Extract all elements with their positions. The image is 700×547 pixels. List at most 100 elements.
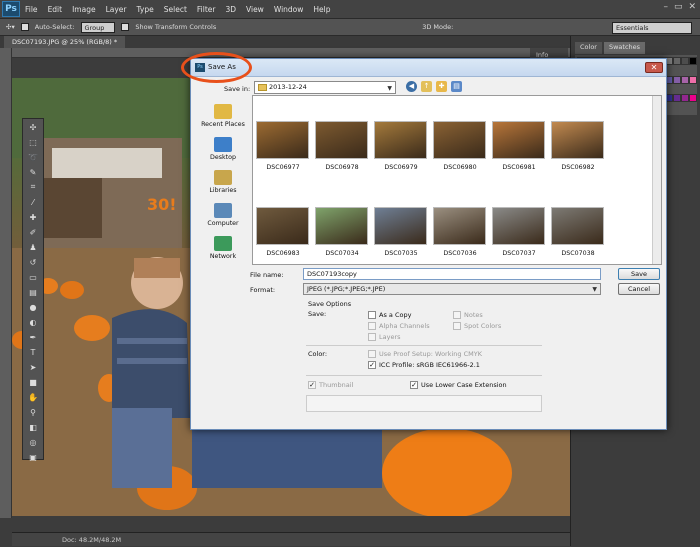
crop-tool-icon[interactable]: ⌗ [24, 180, 42, 194]
place-computer[interactable]: Computer [196, 194, 250, 227]
new-folder-icon[interactable]: ✚ [436, 81, 447, 92]
swatch[interactable] [673, 75, 681, 84]
marquee-tool-icon[interactable]: ⬚ [24, 135, 42, 149]
healing-tool-icon[interactable]: ✚ [24, 210, 42, 224]
view-menu-icon[interactable]: ▤ [451, 81, 462, 92]
save-in-dropdown[interactable]: 2013-12-24 ▼ [254, 81, 396, 94]
format-dropdown[interactable]: JPEG (*.JPG;*.JPEG;*.JPE) ▼ [303, 283, 601, 295]
color-swatch-icon[interactable]: ◧ [24, 420, 42, 434]
file-thumbnail[interactable] [374, 207, 427, 245]
menu-image[interactable]: Image [67, 5, 101, 14]
save-button[interactable]: Save [618, 268, 660, 280]
menu-view[interactable]: View [241, 5, 269, 14]
quick-mask-icon[interactable]: ◎ [24, 435, 42, 449]
swatch[interactable] [681, 75, 689, 84]
clone-stamp-tool-icon[interactable]: ♟ [24, 240, 42, 254]
back-icon[interactable]: ◀ [406, 81, 417, 92]
swatch[interactable] [681, 94, 689, 103]
tab-color[interactable]: Color [575, 42, 602, 54]
lasso-tool-icon[interactable]: ➰ [24, 150, 42, 164]
quick-select-tool-icon[interactable]: ✎ [24, 165, 42, 179]
swatch[interactable] [689, 75, 697, 84]
swatch[interactable] [673, 57, 681, 65]
blur-tool-icon[interactable]: ● [24, 300, 42, 314]
file-name[interactable]: DSC07034 [312, 250, 372, 257]
menu-file[interactable]: File [20, 5, 43, 14]
place-network[interactable]: Network [196, 227, 250, 260]
use-proof-setup-option[interactable]: Use Proof Setup: Working CMYK [368, 350, 482, 358]
dodge-tool-icon[interactable]: ◐ [24, 315, 42, 329]
menu-layer[interactable]: Layer [101, 5, 132, 14]
spot-colors-checkbox[interactable] [453, 322, 461, 330]
menu-select[interactable]: Select [159, 5, 192, 14]
file-thumbnail[interactable] [433, 207, 486, 245]
dialog-title-bar[interactable]: Ps Save As ✕ [181, 52, 666, 83]
type-tool-icon[interactable]: T [24, 345, 42, 359]
workspace-dropdown[interactable]: Essentials [612, 22, 692, 34]
shape-tool-icon[interactable]: ■ [24, 375, 42, 389]
swatch[interactable] [689, 57, 697, 65]
menu-help[interactable]: Help [308, 5, 335, 14]
show-transform-checkbox[interactable] [121, 23, 130, 31]
move-tool-icon[interactable]: ✣ [24, 120, 42, 134]
swatch[interactable] [681, 57, 689, 65]
file-thumbnail[interactable] [492, 207, 545, 245]
file-name[interactable]: DSC07038 [548, 250, 608, 257]
cancel-button[interactable]: Cancel [618, 283, 660, 295]
zoom-tool-icon[interactable]: ⚲ [24, 405, 42, 419]
lower-case-extension-option[interactable]: ✓ Use Lower Case Extension [410, 381, 507, 389]
thumbnail-option[interactable]: ✓ Thumbnail [308, 381, 353, 389]
file-name[interactable]: DSC06978 [312, 164, 372, 171]
thumbnail-checkbox[interactable]: ✓ [308, 381, 316, 389]
tab-swatches[interactable]: Swatches [603, 42, 646, 54]
menu-edit[interactable]: Edit [43, 5, 68, 14]
eraser-tool-icon[interactable]: ▭ [24, 270, 42, 284]
menu-window[interactable]: Window [269, 5, 309, 14]
file-list[interactable]: DSC06977 DSC06978 DSC06979 DSC06980 DSC06981… [252, 95, 662, 265]
file-thumbnail[interactable] [315, 121, 368, 159]
file-name[interactable]: DSC07035 [371, 250, 431, 257]
history-brush-tool-icon[interactable]: ↺ [24, 255, 42, 269]
lower-case-extension-checkbox[interactable]: ✓ [410, 381, 418, 389]
menu-filter[interactable]: Filter [192, 5, 221, 14]
icc-profile-option[interactable]: ✓ ICC Profile: sRGB IEC61966-2.1 [368, 361, 480, 369]
icc-profile-checkbox[interactable]: ✓ [368, 361, 376, 369]
file-thumbnail[interactable] [551, 121, 604, 159]
file-list-scrollbar[interactable] [652, 96, 661, 264]
document-tab[interactable]: DSC07193.JPG @ 25% (RGB/8) * [4, 36, 126, 48]
brush-tool-icon[interactable]: ✐ [24, 225, 42, 239]
notes-option[interactable]: Notes [453, 311, 483, 319]
file-name[interactable]: DSC07037 [489, 250, 549, 257]
file-thumbnail[interactable] [315, 207, 368, 245]
hand-tool-icon[interactable]: ✋ [24, 390, 42, 404]
layers-option[interactable]: Layers [368, 333, 401, 341]
close-button[interactable]: ✕ [688, 2, 696, 12]
up-folder-icon[interactable]: ↑ [421, 81, 432, 92]
file-thumbnail[interactable] [256, 207, 309, 245]
menu-type[interactable]: Type [132, 5, 159, 14]
move-tool-icon[interactable]: ✣▾ [6, 23, 15, 31]
screen-mode-icon[interactable]: ▣ [24, 450, 42, 464]
auto-select-checkbox[interactable] [20, 23, 29, 31]
file-name[interactable]: DSC06979 [371, 164, 431, 171]
file-thumbnail[interactable] [256, 121, 309, 159]
dialog-close-button[interactable]: ✕ [645, 62, 663, 73]
auto-select-dropdown[interactable]: Group [80, 21, 116, 33]
file-name-input[interactable]: DSC07193copy [303, 268, 601, 280]
notes-checkbox[interactable] [453, 311, 461, 319]
file-name[interactable]: DSC06980 [430, 164, 490, 171]
menu-3d[interactable]: 3D [220, 5, 241, 14]
file-name[interactable]: DSC06982 [548, 164, 608, 171]
eyedropper-tool-icon[interactable]: ⁄ [24, 195, 42, 209]
gradient-tool-icon[interactable]: ▤ [24, 285, 42, 299]
as-a-copy-checkbox[interactable] [368, 311, 376, 319]
as-a-copy-option[interactable]: As a Copy [368, 311, 411, 319]
use-proof-setup-checkbox[interactable] [368, 350, 376, 358]
place-recent-places[interactable]: Recent Places [196, 95, 250, 128]
place-desktop[interactable]: Desktop [196, 128, 250, 161]
swatch[interactable] [689, 94, 697, 103]
spot-colors-option[interactable]: Spot Colors [453, 322, 501, 330]
file-thumbnail[interactable] [551, 207, 604, 245]
maximize-button[interactable]: ▭ [674, 2, 683, 12]
file-name[interactable]: DSC06983 [253, 250, 313, 257]
